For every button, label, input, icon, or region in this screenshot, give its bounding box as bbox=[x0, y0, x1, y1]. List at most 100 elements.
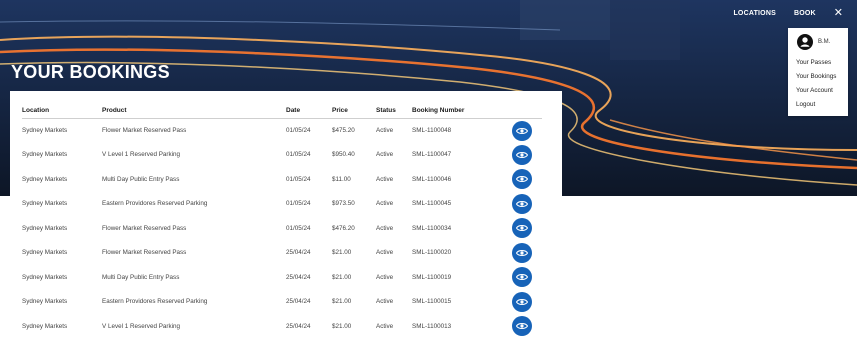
page: LOCATIONS BOOK ✕ YOUR BOOKINGS B.M. Your… bbox=[0, 0, 857, 354]
bookings-card: Location Product Date Price Status Booki… bbox=[10, 91, 562, 354]
view-booking-button[interactable] bbox=[512, 242, 532, 263]
eye-icon bbox=[516, 249, 528, 256]
column-header-price: Price bbox=[332, 103, 376, 119]
cell-location: Sydney Markets bbox=[22, 224, 68, 232]
view-booking-button[interactable] bbox=[512, 193, 532, 214]
cell-status: Active bbox=[376, 298, 394, 306]
user-avatar-icon[interactable] bbox=[797, 34, 813, 50]
cell-location: Sydney Markets bbox=[22, 322, 68, 330]
nav-book-link[interactable]: BOOK bbox=[794, 10, 816, 17]
table-body: Sydney Markets Flower Market Reserved Pas… bbox=[22, 118, 542, 339]
view-booking-button[interactable] bbox=[512, 218, 532, 239]
table-row: Sydney Markets Eastern Providores Reserve… bbox=[22, 192, 542, 217]
cell-booking-number: SML-1100034 bbox=[412, 224, 452, 232]
cell-status: Active bbox=[376, 249, 394, 257]
cell-price: $476.20 bbox=[332, 224, 355, 232]
cell-product: Eastern Providores Reserved Parking bbox=[102, 200, 208, 208]
menu-item-logout[interactable]: Logout bbox=[796, 98, 848, 112]
table-row: Sydney Markets Multi Day Public Entry Pas… bbox=[22, 167, 542, 192]
view-booking-button[interactable] bbox=[512, 169, 532, 190]
table-row: Sydney Markets Multi Day Public Entry Pas… bbox=[22, 265, 542, 290]
cell-status: Active bbox=[376, 273, 394, 281]
cell-date: 25/04/24 bbox=[286, 273, 311, 281]
eye-icon bbox=[516, 298, 528, 305]
cell-location: Sydney Markets bbox=[22, 249, 68, 257]
table-row: Sydney Markets Eastern Providores Reserve… bbox=[22, 290, 542, 315]
cell-booking-number: SML-1100020 bbox=[412, 249, 452, 257]
cell-price: $950.40 bbox=[332, 151, 355, 159]
eye-icon bbox=[516, 274, 528, 281]
cell-location: Sydney Markets bbox=[22, 151, 68, 159]
table-row: Sydney Markets V Level 1 Reserved Parking… bbox=[22, 143, 542, 168]
cell-price: $11.00 bbox=[332, 175, 351, 183]
cell-date: 01/05/24 bbox=[286, 127, 311, 134]
nav-locations-link[interactable]: LOCATIONS bbox=[733, 10, 776, 17]
cell-date: 25/04/24 bbox=[286, 249, 311, 257]
table-row: Sydney Markets Flower Market Reserved Pas… bbox=[22, 118, 542, 143]
menu-item-your-account[interactable]: Your Account bbox=[796, 84, 848, 98]
cell-booking-number: SML-1100047 bbox=[412, 151, 452, 159]
cell-product: V Level 1 Reserved Parking bbox=[102, 151, 181, 159]
cell-booking-number: SML-1100048 bbox=[412, 127, 452, 134]
view-booking-button[interactable] bbox=[512, 267, 532, 288]
cell-status: Active bbox=[376, 322, 394, 330]
view-booking-button[interactable] bbox=[512, 316, 532, 337]
cell-product: Flower Market Reserved Pass bbox=[102, 224, 187, 232]
table-row: Sydney Markets Flower Market Reserved Pas… bbox=[22, 241, 542, 266]
cell-price: $475.20 bbox=[332, 127, 355, 134]
cell-actions bbox=[512, 143, 542, 168]
account-dropdown-menu: B.M. Your Passes Your Bookings Your Acco… bbox=[788, 28, 848, 116]
cell-date: 01/05/24 bbox=[286, 200, 311, 208]
cell-actions bbox=[512, 290, 542, 315]
cell-actions bbox=[512, 241, 542, 266]
cell-booking-number: SML-1100019 bbox=[412, 273, 452, 281]
cell-product: Flower Market Reserved Pass bbox=[102, 127, 187, 134]
table-row: Sydney Markets V Level 1 Reserved Parking… bbox=[22, 314, 542, 339]
cell-date: 01/05/24 bbox=[286, 224, 311, 232]
cell-booking-number: SML-1100045 bbox=[412, 200, 452, 208]
column-header-status: Status bbox=[376, 103, 412, 119]
cell-location: Sydney Markets bbox=[22, 175, 68, 183]
cell-product: V Level 1 Reserved Parking bbox=[102, 322, 181, 330]
cell-booking-number: SML-1100013 bbox=[412, 322, 452, 330]
view-booking-button[interactable] bbox=[512, 120, 532, 141]
cell-price: $21.00 bbox=[332, 249, 352, 257]
column-header-actions bbox=[512, 103, 542, 119]
cell-date: 25/04/24 bbox=[286, 322, 311, 330]
cell-status: Active bbox=[376, 151, 394, 159]
cell-date: 01/05/24 bbox=[286, 175, 311, 183]
cell-price: $21.00 bbox=[332, 322, 352, 330]
menu-item-your-passes[interactable]: Your Passes bbox=[796, 56, 848, 70]
cell-product: Flower Market Reserved Pass bbox=[102, 249, 187, 257]
bookings-table: Location Product Date Price Status Booki… bbox=[22, 103, 542, 339]
cell-price: $21.00 bbox=[332, 298, 352, 306]
cell-status: Active bbox=[376, 224, 394, 232]
cell-status: Active bbox=[376, 200, 394, 208]
view-booking-button[interactable] bbox=[512, 144, 532, 165]
cell-product: Multi Day Public Entry Pass bbox=[102, 273, 180, 281]
cell-actions bbox=[512, 118, 542, 143]
menu-item-your-bookings[interactable]: Your Bookings bbox=[796, 70, 848, 84]
cell-date: 25/04/24 bbox=[286, 298, 311, 306]
view-booking-button[interactable] bbox=[512, 291, 532, 312]
eye-icon bbox=[516, 176, 528, 183]
cell-booking-number: SML-1100015 bbox=[412, 298, 452, 306]
table-header-row: Location Product Date Price Status Booki… bbox=[22, 103, 542, 119]
cell-price: $973.50 bbox=[332, 200, 355, 208]
eye-icon bbox=[516, 323, 528, 330]
cell-status: Active bbox=[376, 175, 394, 183]
cell-location: Sydney Markets bbox=[22, 298, 68, 306]
close-icon[interactable]: ✕ bbox=[834, 7, 843, 19]
eye-icon bbox=[516, 127, 528, 134]
cell-location: Sydney Markets bbox=[22, 200, 68, 208]
cell-product: Eastern Providores Reserved Parking bbox=[102, 298, 208, 306]
cell-location: Sydney Markets bbox=[22, 127, 68, 134]
eye-icon bbox=[516, 200, 528, 207]
column-header-product: Product bbox=[102, 103, 286, 119]
cell-product: Multi Day Public Entry Pass bbox=[102, 175, 180, 183]
cell-price: $21.00 bbox=[332, 273, 352, 281]
page-title: YOUR BOOKINGS bbox=[11, 62, 170, 82]
table-row: Sydney Markets Flower Market Reserved Pas… bbox=[22, 216, 542, 241]
column-header-date: Date bbox=[286, 103, 332, 119]
cell-booking-number: SML-1100046 bbox=[412, 175, 452, 183]
